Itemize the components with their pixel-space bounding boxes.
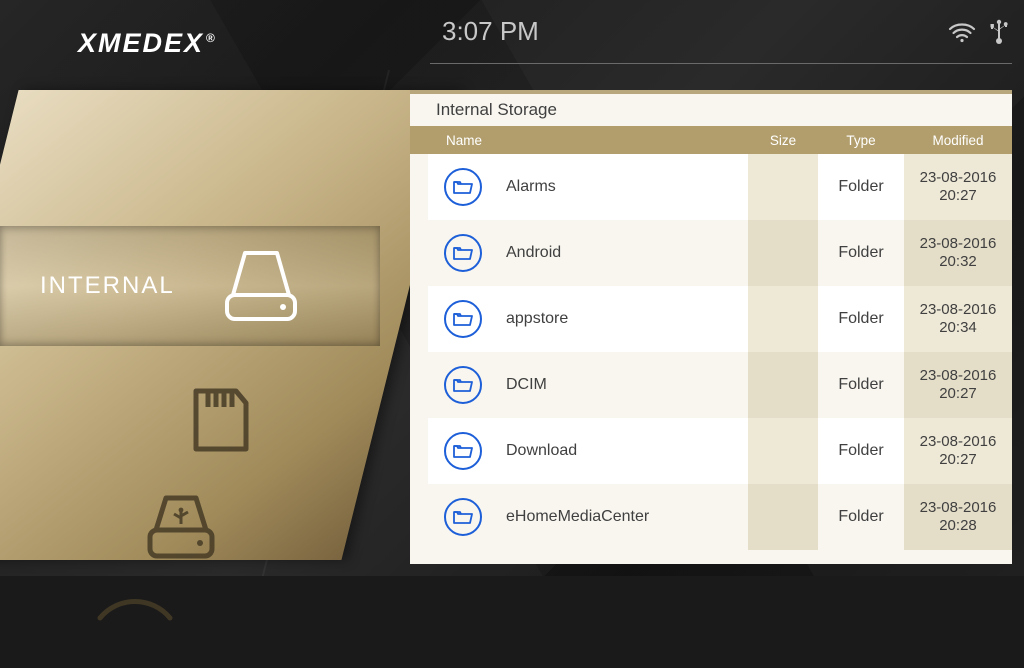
row-icon-cell [428,220,498,286]
folder-icon [444,234,482,272]
cell-name: eHomeMediaCenter [498,484,748,550]
table-row[interactable]: eHomeMediaCenter Folder23-08-2016 20:28 [410,484,1012,550]
registered-mark: ® [206,31,217,45]
cell-modified: 23-08-2016 20:34 [904,286,1012,352]
folder-icon [444,366,482,404]
table-header: Name Size Type Modified [410,126,1012,154]
usb-icon [990,19,1008,45]
cell-modified: 23-08-2016 20:32 [904,220,1012,286]
panel-title: Internal Storage [410,94,1012,126]
sd-card-icon [180,381,258,459]
cell-type: Folder [818,352,904,418]
table-row[interactable]: Download Folder23-08-2016 20:27 [410,418,1012,484]
row-icon-cell [428,418,498,484]
folder-icon [444,498,482,536]
cell-name: Alarms [498,154,748,220]
cell-modified: 23-08-2016 20:27 [904,352,1012,418]
top-bar: 3:07 PM [430,0,1012,64]
table-row[interactable]: appstore Folder23-08-2016 20:34 [410,286,1012,352]
status-icons [948,19,1008,45]
clock: 3:07 PM [442,16,539,47]
folder-icon [444,300,482,338]
row-icon-cell [428,352,498,418]
column-header-modified[interactable]: Modified [904,133,1012,148]
table-row[interactable]: DCIM Folder23-08-2016 20:27 [410,352,1012,418]
wifi-icon [948,21,976,43]
sidebar-item-sdcard[interactable] [140,360,258,480]
column-header-name[interactable]: Name [446,133,748,148]
cell-name: Download [498,418,748,484]
table-row[interactable]: Android Folder23-08-2016 20:32 [410,220,1012,286]
sidebar-item-internal[interactable]: INTERNAL [0,226,380,346]
sidebar-item-label: INTERNAL [40,272,175,300]
brand-logo: XMEDEX® [78,28,217,59]
column-header-type[interactable]: Type [818,133,904,148]
row-icon-cell [428,154,498,220]
folder-icon [444,168,482,206]
folder-icon [444,432,482,470]
hard-drive-icon [215,245,307,327]
cell-type: Folder [818,286,904,352]
cell-size [748,484,818,550]
cell-modified: 23-08-2016 20:27 [904,154,1012,220]
cell-modified: 23-08-2016 20:27 [904,418,1012,484]
network-icon [90,588,180,628]
sidebar-item-network[interactable] [50,548,180,668]
table-body: AlarmsFolder23-08-2016 20:27AndroidFolde… [410,154,1012,550]
cell-size [748,286,818,352]
file-panel: Internal Storage Name Size Type Modified… [410,90,1012,564]
cell-modified: 23-08-2016 20:28 [904,484,1012,550]
cell-name: appstore [498,286,748,352]
column-header-size[interactable]: Size [748,133,818,148]
cell-size [748,418,818,484]
cell-type: Folder [818,418,904,484]
cell-name: DCIM [498,352,748,418]
cell-type: Folder [818,220,904,286]
cell-type: Folder [818,484,904,550]
cell-size [748,154,818,220]
row-icon-cell [428,286,498,352]
brand-text: XMEDEX [78,28,204,58]
cell-type: Folder [818,154,904,220]
cell-size [748,352,818,418]
row-icon-cell [428,484,498,550]
cell-name: Android [498,220,748,286]
table-row[interactable]: Alarms Folder23-08-2016 20:27 [410,154,1012,220]
cell-size [748,220,818,286]
